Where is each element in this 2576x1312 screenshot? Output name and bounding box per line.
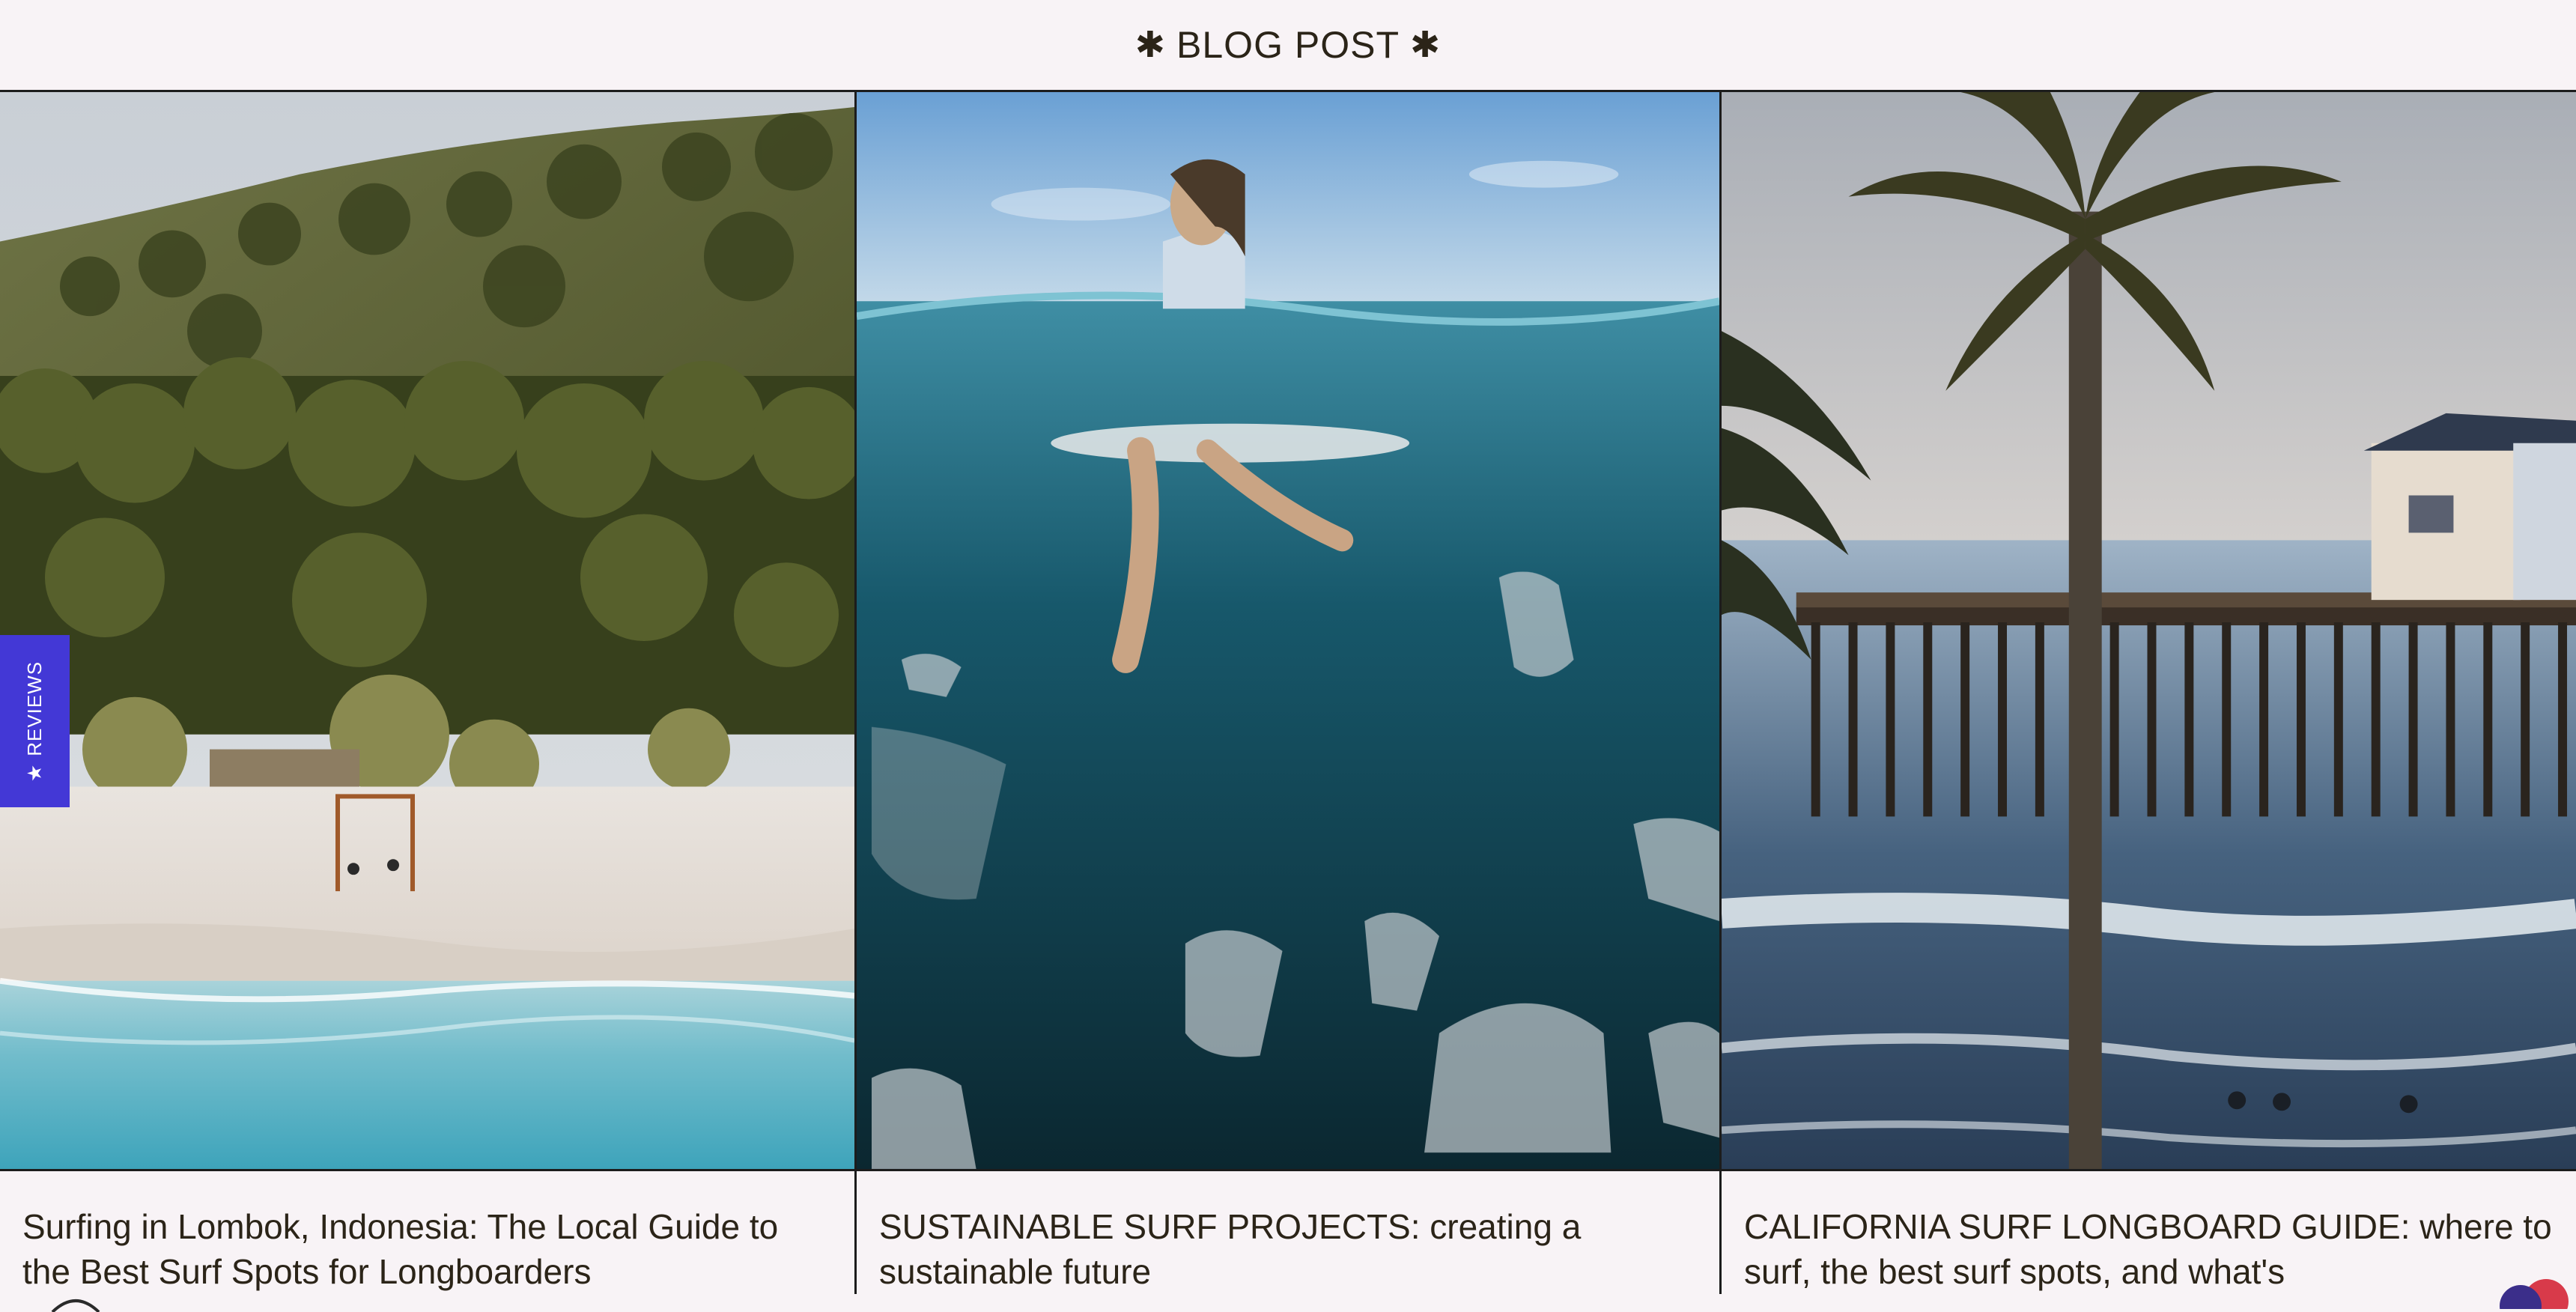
blog-card-title[interactable]: Surfing in Lombok, Indonesia: The Local … xyxy=(0,1171,854,1294)
reviews-tab-button[interactable]: ★ REVIEWS xyxy=(0,635,70,807)
blog-card[interactable]: Surfing in Lombok, Indonesia: The Local … xyxy=(0,92,854,1312)
california-pier-palm-photo[interactable] xyxy=(1722,92,2576,1172)
asterisk-icon: ✱ xyxy=(1409,25,1442,65)
page-title: ✱ BLOG POST ✱ xyxy=(1135,23,1441,67)
blog-card-title[interactable]: CALIFORNIA SURF LONGBOARD GUIDE: where t… xyxy=(1722,1171,2576,1294)
blog-card[interactable]: CALIFORNIA SURF LONGBOARD GUIDE: where t… xyxy=(1719,92,2576,1309)
blog-post-grid: Surfing in Lombok, Indonesia: The Local … xyxy=(0,92,2576,1312)
asterisk-icon: ✱ xyxy=(1134,25,1167,65)
star-icon: ★ xyxy=(23,763,46,782)
page-title-text: BLOG POST xyxy=(1176,24,1400,66)
blog-card-title[interactable]: SUSTAINABLE SURF PROJECTS: creating a su… xyxy=(857,1171,1719,1294)
reviews-tab-label: REVIEWS xyxy=(23,660,46,756)
underwater-plastic-surfer-photo[interactable] xyxy=(857,92,1719,1172)
blog-card[interactable]: SUSTAINABLE SURF PROJECTS: creating a su… xyxy=(854,92,1719,1294)
chat-bubble-icon[interactable] xyxy=(49,1290,102,1312)
lombok-beach-photo[interactable] xyxy=(0,92,854,1172)
blog-post-header: ✱ BLOG POST ✱ xyxy=(0,0,2576,92)
cart-count-badge-icon[interactable] xyxy=(2486,1276,2576,1309)
